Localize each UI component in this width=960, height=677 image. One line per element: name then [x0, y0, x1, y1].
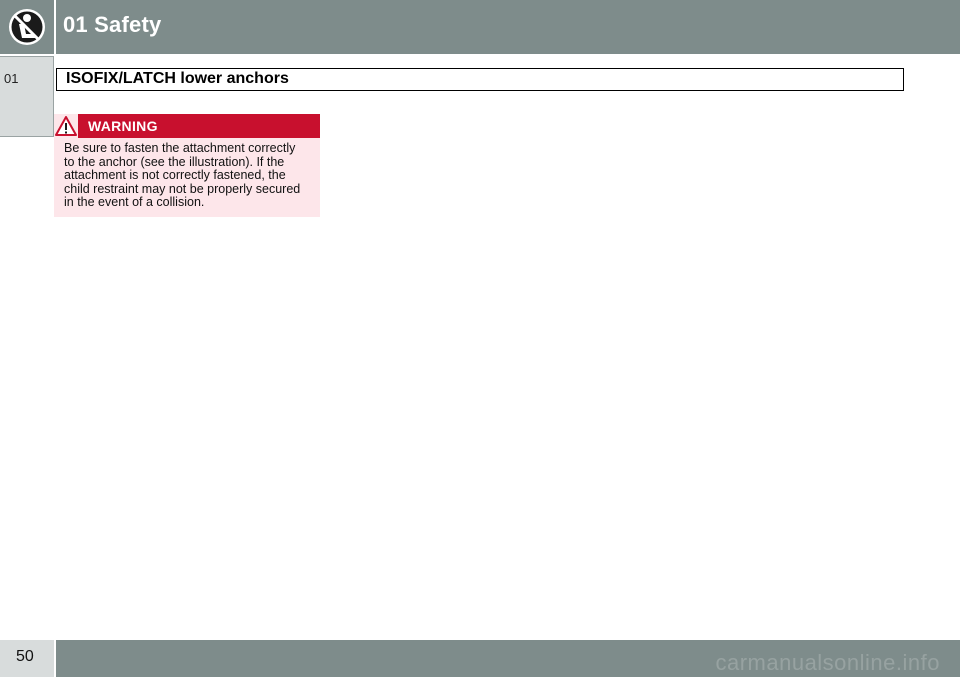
header-icon-box — [0, 0, 54, 54]
chapter-tab: 01 — [0, 56, 54, 137]
child-seat-icon — [9, 9, 45, 45]
chapter-tab-label: 01 — [4, 71, 19, 86]
watermark: carmanualsonline.info — [715, 650, 940, 675]
warning-line: attachment is not correctly fastened, th… — [64, 168, 286, 182]
footer-bar: carmanualsonline.info — [56, 640, 960, 677]
warning-box: WARNING Be sure to fasten the attachment… — [54, 114, 320, 217]
section-heading-box: ISOFIX/LATCH lower anchors — [56, 68, 904, 91]
footer-tab: 50 — [0, 640, 54, 677]
section-title: ISOFIX/LATCH lower anchors — [66, 70, 289, 87]
warning-line: child restraint may not be properly secu… — [64, 181, 301, 196]
warning-title: WARNING — [88, 118, 158, 134]
page-title: 01 Safety — [63, 12, 162, 37]
header-bar — [56, 0, 960, 54]
warning-line: Be sure to fasten the attachment correct… — [64, 141, 296, 155]
warning-triangle-icon — [55, 116, 77, 136]
warning-line: to the anchor (see the illustration). If… — [64, 154, 285, 169]
warning-text: Be sure to fasten the attachment correct… — [64, 141, 314, 210]
page-number: 50 — [16, 648, 34, 665]
warning-header: WARNING — [54, 114, 320, 138]
warning-icon-box — [54, 114, 78, 138]
warning-line: in the event of a collision. — [64, 195, 205, 209]
